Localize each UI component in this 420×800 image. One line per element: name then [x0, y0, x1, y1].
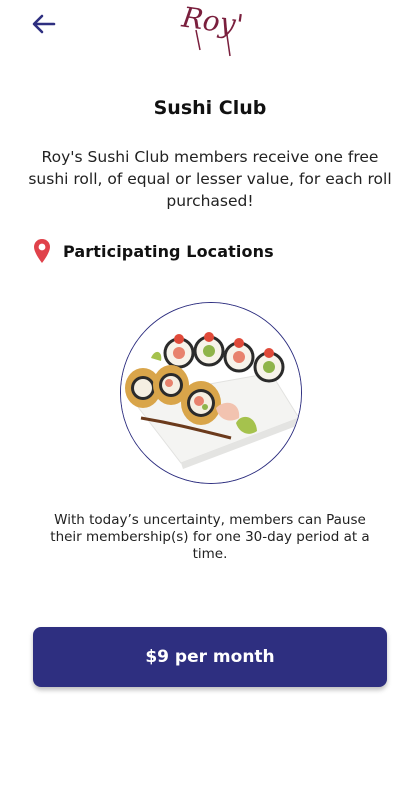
sushi-image: [120, 302, 302, 484]
participating-locations-label: Participating Locations: [63, 241, 274, 261]
svg-text:Roy's: Roy's: [179, 0, 242, 43]
participating-locations-link[interactable]: Participating Locations: [33, 236, 274, 266]
pause-membership-note: With today’s uncertainty, members can Pa…: [50, 512, 370, 562]
subscribe-button[interactable]: $9 per month: [33, 627, 387, 687]
club-description: Roy's Sushi Club members receive one fre…: [28, 148, 392, 210]
map-pin-icon: [34, 239, 50, 263]
roys-logo: Roy's: [178, 0, 260, 58]
back-button[interactable]: [28, 8, 60, 40]
arrow-left-icon: [32, 14, 56, 34]
page-title: Sushi Club: [153, 97, 267, 119]
